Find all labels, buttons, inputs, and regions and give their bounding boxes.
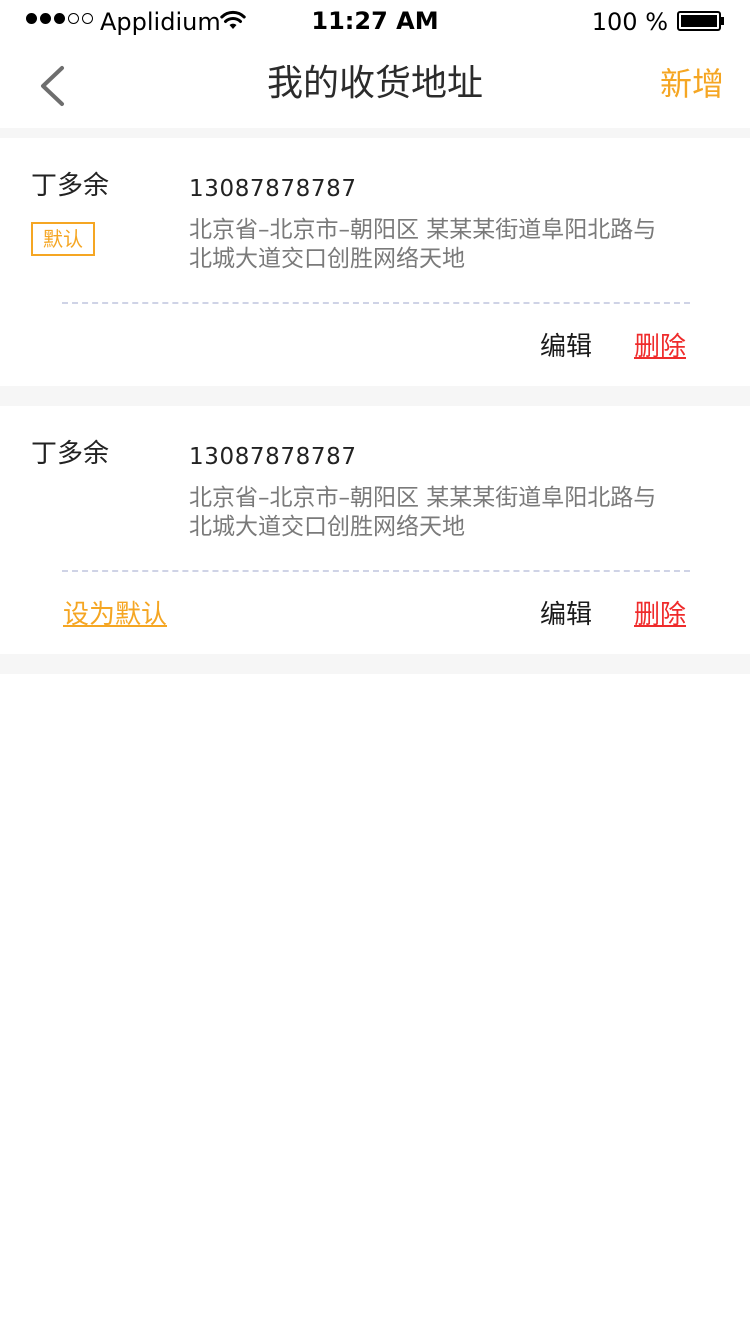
page-title: 我的收货地址	[266, 63, 483, 104]
status-bar: Applidium 11:27 AM 100 %	[0, 0, 750, 42]
receiver-name: 丁多余	[31, 439, 110, 469]
delete-button[interactable]: 删除	[634, 598, 686, 632]
add-address-button[interactable]: 新增	[660, 64, 724, 104]
phone-number: 13087878787	[189, 176, 357, 202]
phone-number: 13087878787	[189, 444, 357, 470]
navigation-bar: 我的收货地址 新增	[0, 42, 750, 128]
address-card: 丁多余 默认 13087878787 北京省–北京市–朝阳区 某某某街道阜阳北路…	[0, 138, 750, 386]
default-badge: 默认	[31, 222, 95, 256]
edit-button[interactable]: 编辑	[540, 330, 592, 364]
address-text: 北京省–北京市–朝阳区 某某某街道阜阳北路与北城大道交口创胜网络天地	[189, 485, 657, 540]
receiver-name: 丁多余	[31, 171, 110, 201]
battery-percentage: 100 %	[591, 8, 668, 36]
address-text: 北京省–北京市–朝阳区 某某某街道阜阳北路与北城大道交口创胜网络天地	[189, 217, 657, 272]
battery-full-icon	[677, 11, 724, 31]
edit-button[interactable]: 编辑	[540, 598, 592, 632]
address-card: 丁多余 13087878787 北京省–北京市–朝阳区 某某某街道阜阳北路与北城…	[0, 406, 750, 654]
dashed-divider	[62, 570, 690, 572]
dashed-divider	[62, 302, 690, 304]
delete-button[interactable]: 删除	[634, 330, 686, 364]
set-default-button[interactable]: 设为默认	[63, 598, 167, 632]
address-list: 丁多余 默认 13087878787 北京省–北京市–朝阳区 某某某街道阜阳北路…	[0, 128, 750, 674]
